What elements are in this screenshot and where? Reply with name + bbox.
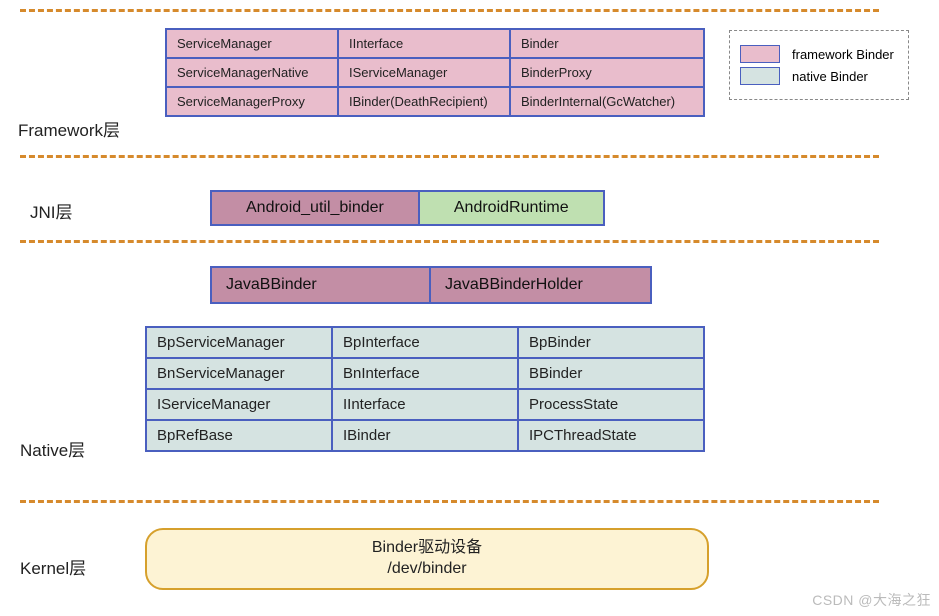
javab-row: JavaBBinder JavaBBinderHolder [210, 266, 652, 304]
fw-cell: IBinder(DeathRecipient) [338, 87, 510, 116]
fw-cell: BinderProxy [510, 58, 704, 87]
layer-label-kernel: Kernel层 [20, 554, 86, 579]
jni-cell-right: AndroidRuntime [420, 190, 605, 226]
jni-row: Android_util_binder AndroidRuntime [210, 190, 605, 226]
fw-cell: ServiceManagerProxy [166, 87, 338, 116]
javab-cell: JavaBBinder [210, 266, 431, 304]
divider-3 [20, 240, 879, 243]
javab-cell: JavaBBinderHolder [431, 266, 652, 304]
legend-framework: framework Binder [740, 45, 894, 63]
nt-cell: IServiceManager [146, 389, 332, 420]
nt-cell: IPCThreadState [518, 420, 704, 451]
divider-4 [20, 500, 879, 503]
nt-cell: BnInterface [332, 358, 518, 389]
layer-label-jni: JNI层 [30, 198, 73, 223]
watermark: CSDN @大海之狂 [812, 590, 931, 610]
nt-cell: BpServiceManager [146, 327, 332, 358]
layer-label-native: Native层 [20, 436, 85, 461]
framework-table: ServiceManager IInterface Binder Service… [165, 28, 705, 117]
fw-cell: Binder [510, 29, 704, 58]
nt-cell: BpInterface [332, 327, 518, 358]
legend-box: framework Binder native Binder [729, 30, 909, 100]
nt-cell: BpRefBase [146, 420, 332, 451]
kernel-line2: /dev/binder [147, 559, 707, 580]
legend-native: native Binder [740, 67, 894, 85]
fw-cell: BinderInternal(GcWatcher) [510, 87, 704, 116]
divider-2 [20, 155, 879, 158]
nt-cell: ProcessState [518, 389, 704, 420]
legend-swatch-native [740, 67, 780, 85]
nt-cell: BBinder [518, 358, 704, 389]
native-table: BpServiceManager BpInterface BpBinder Bn… [145, 326, 705, 452]
jni-cell-left: Android_util_binder [210, 190, 420, 226]
legend-label-framework: framework Binder [792, 47, 894, 62]
nt-cell: IBinder [332, 420, 518, 451]
legend-swatch-framework [740, 45, 780, 63]
layer-label-framework: Framework层 [18, 116, 120, 141]
fw-cell: ServiceManagerNative [166, 58, 338, 87]
nt-cell: BnServiceManager [146, 358, 332, 389]
nt-cell: BpBinder [518, 327, 704, 358]
fw-cell: IInterface [338, 29, 510, 58]
fw-cell: ServiceManager [166, 29, 338, 58]
nt-cell: IInterface [332, 389, 518, 420]
divider-top [20, 9, 879, 12]
kernel-line1: Binder驱动设备 [147, 538, 707, 559]
kernel-box: Binder驱动设备 /dev/binder [145, 528, 709, 590]
legend-label-native: native Binder [792, 69, 868, 84]
fw-cell: IServiceManager [338, 58, 510, 87]
